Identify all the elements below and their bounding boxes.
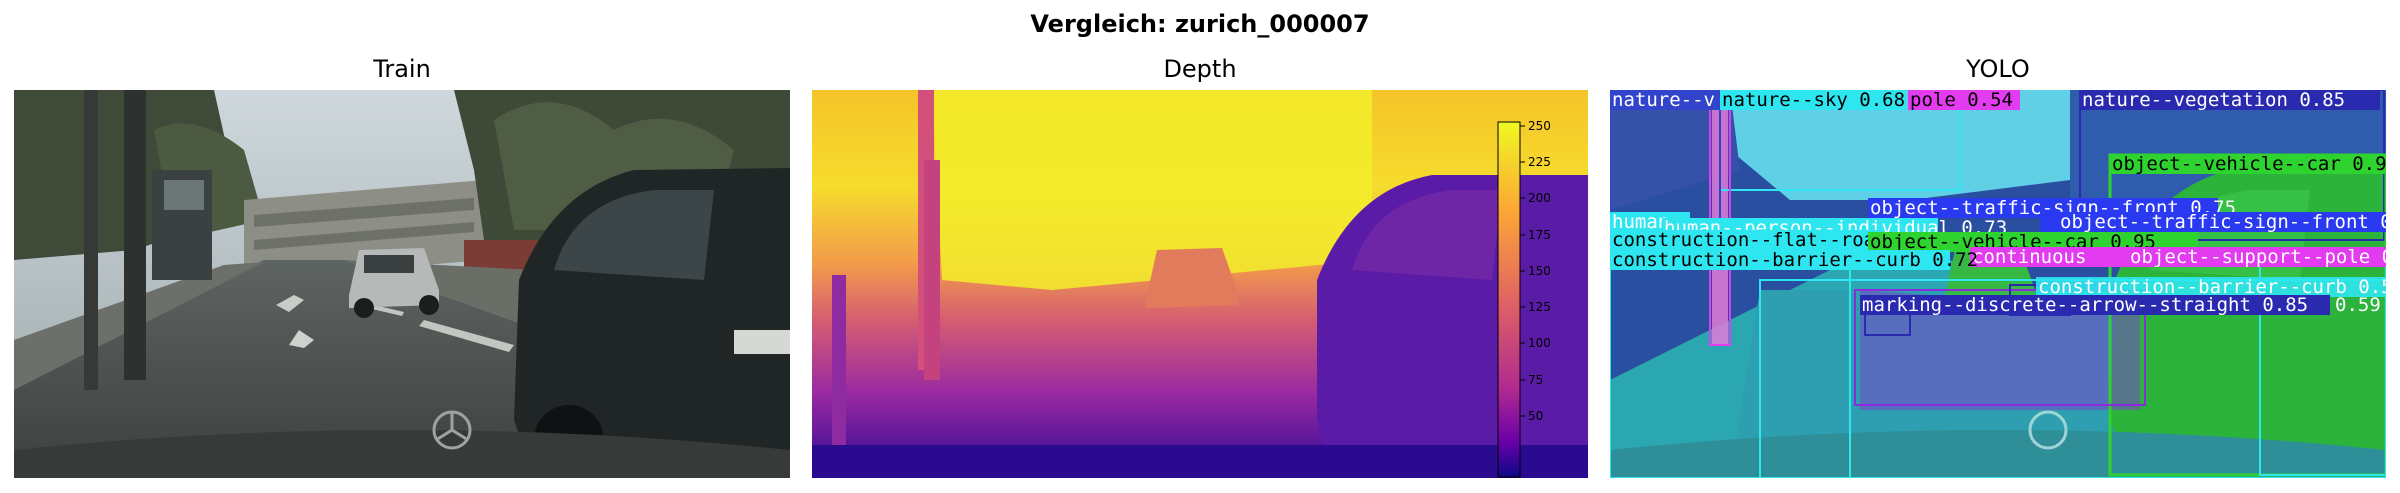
depth-image: 250 225 200 175 150 125 100 75 50 [812, 90, 1588, 478]
detection-label: nature--vegetation 0.85 [2082, 90, 2345, 111]
detection-label: construction--barrier--curb 0.72 [1612, 249, 1978, 271]
depth-panel-title: Depth [1163, 55, 1237, 83]
colorbar-tick: 200 [1528, 191, 1551, 205]
colorbar-tick: 225 [1528, 155, 1551, 169]
detection-label: construction--flat--road [1612, 229, 1887, 251]
detection-label: continuous [1972, 246, 2086, 268]
figure-title: Vergleich: zurich_000007 [1030, 10, 1370, 38]
colorbar-tick: 175 [1528, 228, 1551, 242]
colorbar-tick: 250 [1528, 119, 1551, 133]
detection-label: marking--discrete--arrow--straight 0.85 [1862, 294, 2308, 316]
colorbar-tick: 125 [1528, 300, 1551, 314]
detection-label: pole 0.54 [1910, 90, 2013, 111]
detection-label: object--traffic-sign--front 0.67 [2060, 211, 2386, 233]
colorbar-tick: 150 [1528, 264, 1551, 278]
detection-label: object--vehicle--car 0.96 [2112, 153, 2386, 175]
detection-label: 0.59 [2335, 294, 2381, 316]
yolo-panel-title: YOLO [1966, 55, 2030, 83]
detection-label: nature--sky 0.68 [1722, 90, 1905, 111]
colorbar-tick: 100 [1528, 336, 1551, 350]
detection-label: object--support--pole 0.64 [2130, 246, 2386, 268]
train-panel-title: Train [373, 55, 431, 83]
yolo-image: nature--v nature--sky 0.68 pole 0.54 nat… [1610, 90, 2386, 478]
colorbar-tick: 75 [1528, 373, 1543, 387]
svg-text:nature--v: nature--v [1612, 90, 1715, 111]
train-image [14, 90, 790, 478]
colorbar-tick: 50 [1528, 409, 1543, 423]
